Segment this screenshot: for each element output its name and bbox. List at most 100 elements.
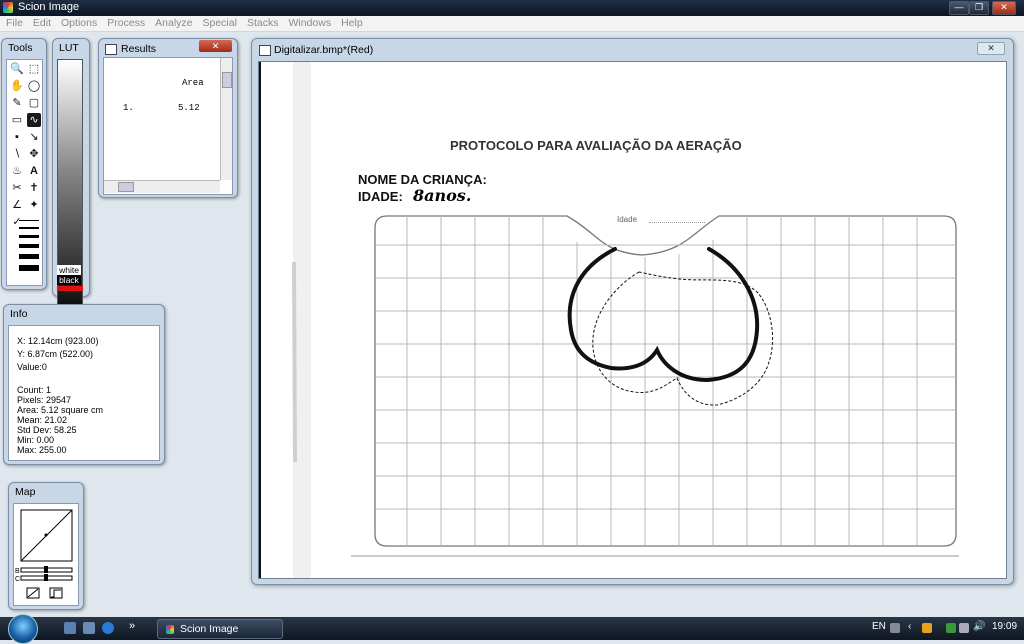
volume-icon[interactable]: 🔊: [973, 621, 985, 632]
internet-explorer-icon[interactable]: [102, 622, 114, 634]
menu-file[interactable]: File: [2, 16, 27, 31]
menu-stacks[interactable]: Stacks: [243, 16, 283, 31]
switch-windows-icon[interactable]: [83, 622, 95, 634]
results-table: Area 1. 5.12: [103, 57, 233, 195]
app-icon: [3, 2, 13, 13]
brush-tool-icon[interactable]: ▪: [10, 130, 24, 144]
menu-windows[interactable]: Windows: [284, 16, 335, 31]
close-button[interactable]: ✕: [992, 1, 1016, 15]
menu-bar: File Edit Options Process Analyze Special Stac…: [0, 16, 1024, 32]
results-vertical-thumb[interactable]: [222, 72, 232, 88]
results-window-icon: [105, 44, 117, 55]
results-row-area: 5.12: [178, 103, 200, 113]
svg-text:B: B: [15, 568, 20, 575]
info-title: Info: [10, 308, 28, 320]
info-panel: X: 12.14cm (923.00) Y: 6.87cm (522.00) V…: [8, 325, 160, 461]
menu-options[interactable]: Options: [57, 16, 101, 31]
line-width-selector[interactable]: [19, 218, 39, 280]
info-std-dev: Std Dev: 58.25: [17, 425, 77, 435]
info-area: Area: 5.12 square cm: [17, 405, 104, 415]
rounded-rect-tool-icon[interactable]: ▢: [27, 96, 41, 110]
network-tray-icon[interactable]: [959, 623, 969, 633]
freehand-select-tool-icon[interactable]: ∿: [27, 113, 41, 127]
hand-tool-icon[interactable]: ✋: [10, 79, 24, 93]
document-heading: PROTOCOLO PARA AVALIAÇÃO DA AERAÇÃO: [450, 138, 742, 153]
info-count: Count: 1: [17, 385, 52, 395]
menu-analyze[interactable]: Analyze: [151, 16, 196, 31]
info-min: Min: 0.00: [17, 435, 55, 445]
menu-edit[interactable]: Edit: [29, 16, 55, 31]
update-tray-icon[interactable]: [922, 623, 932, 633]
lut-palette-title: LUT: [59, 42, 79, 54]
keyboard-tray-icon[interactable]: [890, 623, 900, 633]
results-window: Results ✕ Area 1. 5.12: [98, 38, 238, 198]
results-title: Results: [121, 43, 157, 55]
info-y: Y: 6.87cm (522.00): [17, 349, 94, 359]
language-indicator[interactable]: EN: [872, 621, 886, 632]
security-tray-icon[interactable]: [946, 623, 956, 633]
grid-card: [351, 215, 959, 557]
taskbar: » Scion Image EN ‹ 🔊 19:09: [0, 614, 1024, 644]
map-title: Map: [15, 486, 36, 498]
idade-field-label: Idade: [617, 215, 638, 224]
svg-text:C: C: [15, 576, 20, 583]
oval-select-tool-icon[interactable]: ◯: [27, 79, 41, 93]
wand-tool-icon[interactable]: ✦: [27, 198, 41, 212]
info-value: Value:0: [17, 362, 47, 372]
scanned-document[interactable]: PROTOCOLO PARA AVALIAÇÃO DA AERAÇÃO NOME…: [258, 61, 1007, 579]
map-graph[interactable]: B C: [14, 504, 78, 605]
rect-select-tool-icon[interactable]: ⬚: [27, 62, 41, 76]
app-title: Scion Image: [18, 1, 80, 13]
polygon-select-tool-icon[interactable]: ↘: [27, 130, 41, 144]
results-row-index: 1.: [123, 103, 134, 113]
info-pixels: Pixels: 29547: [17, 395, 72, 405]
eyedropper-tool-icon[interactable]: ✝: [27, 181, 41, 195]
idade-field-line: [649, 222, 705, 223]
info-x: X: 12.14cm (923.00): [17, 336, 99, 346]
menu-process[interactable]: Process: [103, 16, 149, 31]
clock[interactable]: 19:09: [992, 621, 1017, 632]
lut-white-label[interactable]: white: [57, 265, 81, 275]
crosshair-tool-icon[interactable]: ✥: [27, 147, 41, 161]
app-title-bar: Scion Image — ❐ ✕: [0, 0, 1024, 16]
taskbar-app-icon: [166, 625, 174, 634]
info-max: Max: 255.00: [17, 445, 67, 455]
child-name-label: NOME DA CRIANÇA:: [358, 172, 487, 187]
tools-palette: Tools 🔍 ⬚ ✋ ◯ ✎ ▢ ▭ ∿ ▪ ↘ ∖ ✥ ♨ A ✂ ✝ ∠ …: [1, 38, 47, 290]
image-window: Digitalizar.bmp*(Red) ✕ PROTOCOLO PARA A…: [251, 38, 1014, 585]
results-close-button[interactable]: ✕: [199, 40, 232, 52]
age-handwritten: 8anos.: [413, 186, 472, 205]
fill-tool-icon[interactable]: ♨: [10, 164, 24, 178]
tray-expand-icon[interactable]: ‹: [908, 621, 911, 632]
image-window-title: Digitalizar.bmp*(Red): [274, 44, 374, 56]
tools-palette-title: Tools: [8, 42, 33, 54]
eraser-tool-icon[interactable]: ▭: [10, 113, 24, 127]
taskbar-scion-image-button[interactable]: Scion Image: [157, 619, 283, 639]
quicklaunch-expand-icon[interactable]: »: [129, 620, 135, 632]
info-mean: Mean: 21.02: [17, 415, 68, 425]
age-label: IDADE:: [358, 189, 403, 204]
restore-button[interactable]: ❐: [969, 1, 989, 15]
show-desktop-icon[interactable]: [64, 622, 76, 634]
pencil-tool-icon[interactable]: ✎: [10, 96, 24, 110]
results-vertical-scrollbar[interactable]: [220, 58, 232, 180]
menu-special[interactable]: Special: [199, 16, 241, 31]
results-horizontal-thumb[interactable]: [118, 182, 134, 192]
scissors-tool-icon[interactable]: ✂: [10, 181, 24, 195]
line-tool-icon[interactable]: ∖: [10, 147, 24, 161]
results-column-area: Area: [182, 78, 204, 88]
lut-palette: LUT white black: [52, 38, 90, 305]
tools-grid: 🔍 ⬚ ✋ ◯ ✎ ▢ ▭ ∿ ▪ ↘ ∖ ✥ ♨ A ✂ ✝ ∠ ✦ ✓: [6, 59, 43, 286]
lut-red-swatch[interactable]: [57, 286, 83, 291]
angle-tool-icon[interactable]: ∠: [10, 198, 24, 212]
taskbar-task-label: Scion Image: [180, 623, 239, 635]
magnifier-tool-icon[interactable]: 🔍: [10, 62, 24, 76]
menu-help[interactable]: Help: [337, 16, 367, 31]
map-panel: B C: [13, 503, 79, 606]
minimize-button[interactable]: —: [949, 1, 969, 15]
text-tool-icon[interactable]: A: [27, 164, 41, 178]
lut-black-label[interactable]: black: [57, 275, 81, 285]
results-horizontal-scrollbar[interactable]: [104, 180, 220, 193]
map-palette: Map B C: [8, 482, 84, 610]
image-window-close-button[interactable]: ✕: [977, 42, 1005, 55]
